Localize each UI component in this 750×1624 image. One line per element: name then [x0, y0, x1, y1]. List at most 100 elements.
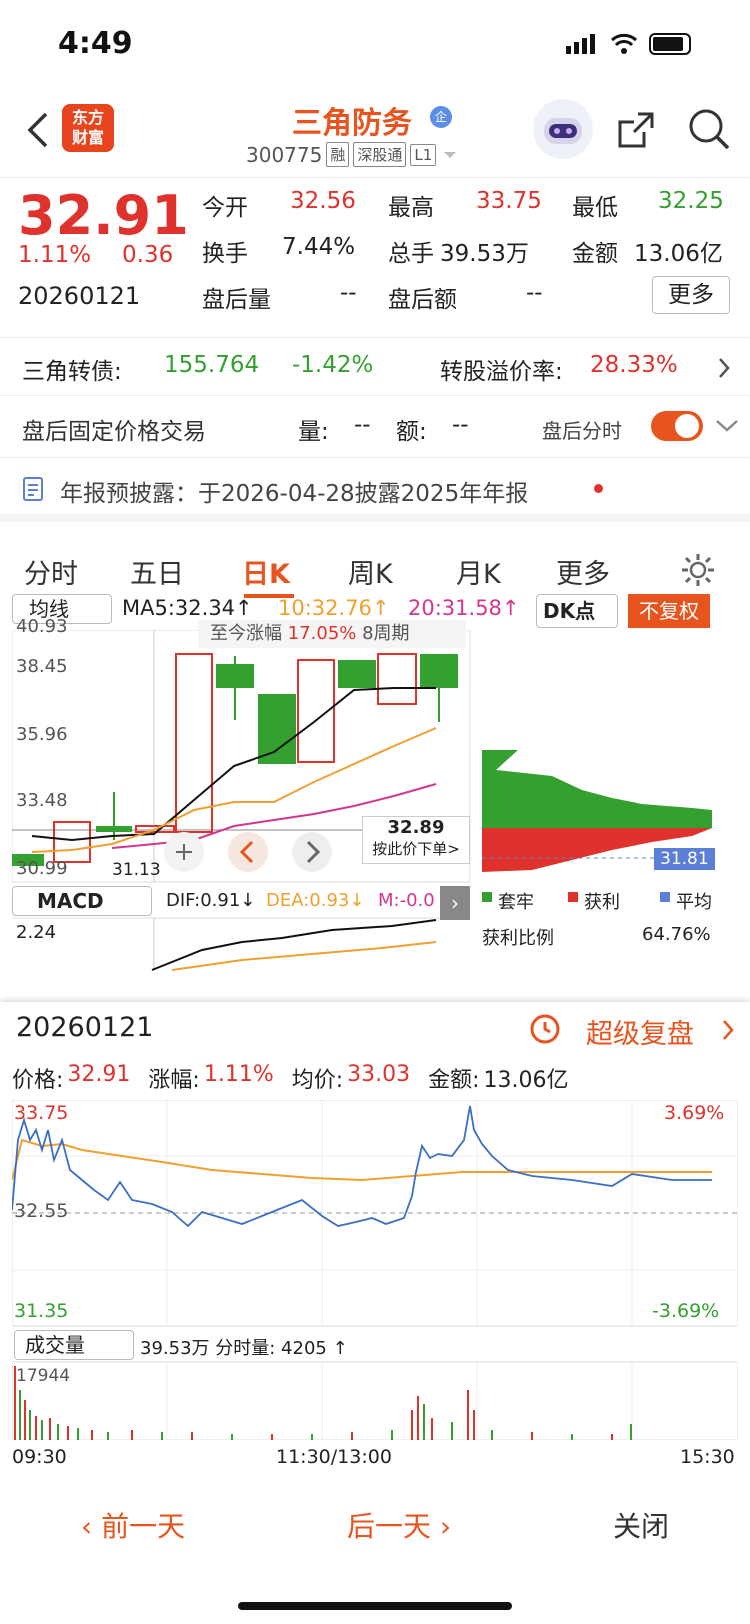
detail-date: 20260121	[16, 1012, 154, 1043]
stock-name: 三角防务	[292, 106, 412, 141]
tab-weekly-k[interactable]: 周K	[348, 552, 393, 591]
intraday-chart-svg	[12, 1100, 738, 1440]
y-tick-4: 33.48	[16, 790, 68, 811]
low-value: 32.25	[658, 188, 724, 214]
amount-label: 金额	[572, 241, 618, 267]
fixed-price-label: 盘后固定价格交易	[22, 419, 206, 445]
dropdown-icon[interactable]	[440, 149, 460, 161]
time-midday: 11:30/13:00	[276, 1446, 392, 1468]
low-label: 最低	[572, 195, 618, 221]
dk-point-select[interactable]: DK点	[536, 594, 618, 628]
y-tick-5: 30.99	[16, 858, 68, 879]
tab-more[interactable]: 更多	[556, 552, 610, 591]
tab-monthly-k[interactable]: 月K	[456, 552, 501, 591]
tag-margin: 融	[326, 142, 350, 167]
stock-header: 东方 财富 三角防务 企 300775 融 深股通 L1	[0, 90, 750, 178]
replay-clock-icon[interactable]	[528, 1012, 562, 1046]
range-value: 17.05%	[287, 623, 357, 644]
trapped-legend: 套牢	[498, 892, 534, 913]
kline-chart-area[interactable]: 均线 MA5:32.34↑ 10:32.76↑ 20:31.58↑ DK点 不复…	[12, 594, 738, 1004]
back-icon[interactable]	[26, 110, 50, 150]
app-logo: 东方 财富	[62, 104, 114, 152]
macd-y-tick: 2.24	[16, 922, 57, 943]
macd-select[interactable]: MACD	[12, 886, 152, 916]
settings-gear-icon[interactable]	[680, 552, 716, 588]
tab-five-day[interactable]: 五日	[130, 552, 184, 591]
volume-select[interactable]: 成交量	[14, 1330, 134, 1360]
profit-legend-swatch	[568, 892, 578, 902]
dif-label: DIF:0.91↓	[166, 890, 256, 911]
open-label: 今开	[202, 195, 248, 221]
stock-code: 300775	[246, 142, 323, 167]
after-hours-amount-value: --	[526, 280, 543, 306]
fixed-vol-label: 量:	[298, 419, 329, 445]
prev-day-button[interactable]: ‹ 前一天	[81, 1505, 185, 1545]
home-indicator	[238, 1602, 512, 1610]
detail-pct: 1.11%	[203, 1062, 274, 1087]
bond-price: 155.764	[164, 352, 260, 378]
close-button[interactable]: 关闭	[613, 1505, 669, 1545]
notice-row[interactable]: 年报预披露：于2026-04-28披露2025年年报	[0, 458, 750, 522]
next-day-label: 后一天	[346, 1510, 431, 1543]
amount-value: 13.06亿	[634, 241, 723, 267]
adjust-mode-button[interactable]: 不复权	[628, 594, 710, 628]
bottom-actions: ‹ 前一天 后一天 › 关闭	[0, 1480, 750, 1570]
notice-dot	[594, 484, 603, 493]
y-tick-2: 38.45	[16, 656, 68, 677]
more-button[interactable]: 更多	[652, 276, 730, 314]
tab-intraday[interactable]: 分时	[24, 552, 78, 591]
average-cost-label: 31.81	[654, 848, 715, 870]
status-time: 4:49	[58, 26, 133, 61]
intraday-y-bot: 31.35	[14, 1300, 69, 1322]
high-value: 33.75	[476, 188, 542, 214]
after-hours-volume-value: --	[340, 280, 357, 306]
document-icon	[23, 477, 43, 501]
volume-info: 39.53万 分时量: 4205 ↑	[140, 1338, 348, 1359]
dea-label: DEA:0.93↓	[266, 890, 365, 911]
detail-info-line: 价格: 32.91 涨幅: 1.11% 均价: 33.03 金额: 13.06亿	[12, 1062, 569, 1094]
range-label: 至今涨幅	[210, 623, 282, 644]
robot-avatar-icon[interactable]	[532, 98, 594, 160]
order-at-price-link: 按此价下单>	[372, 840, 460, 858]
fixed-vol-value: --	[354, 412, 371, 438]
after-hours-toggle[interactable]	[650, 410, 704, 442]
y-tick-3: 35.96	[16, 724, 68, 745]
super-replay-link[interactable]: 超级复盘	[586, 1012, 694, 1051]
volume-max-tick: 17944	[16, 1366, 71, 1386]
tag-connect: 深股通	[353, 142, 407, 167]
status-bar: 4:49	[0, 0, 750, 90]
after-hours-time-label: 盘后分时	[542, 419, 622, 443]
share-icon[interactable]	[614, 108, 658, 152]
intraday-pct-bot: -3.69%	[652, 1300, 720, 1322]
tab-daily-k[interactable]: 日K	[242, 552, 290, 591]
detail-amount: 13.06亿	[483, 1068, 569, 1093]
chevron-right-icon	[719, 358, 730, 378]
kline-svg	[12, 630, 712, 971]
time-end: 15:30	[680, 1446, 735, 1468]
trapped-legend-swatch	[482, 892, 492, 902]
change-percent: 1.11%	[18, 242, 92, 268]
search-icon[interactable]	[686, 106, 732, 152]
detail-price-label: 价格:	[12, 1068, 64, 1093]
volume-label: 总手	[388, 241, 434, 267]
expand-arrow-button[interactable]: ›	[440, 886, 470, 920]
quote-panel: 32.91 1.11% 0.36 20260121 今开 32.56 最高 33…	[0, 178, 750, 338]
detail-pct-label: 涨幅:	[148, 1068, 200, 1093]
detail-avg: 33.03	[347, 1062, 411, 1087]
ma20-label: 20:31.58↑	[408, 596, 520, 620]
next-day-button[interactable]: 后一天 ›	[347, 1505, 451, 1545]
period-tabs: 分时 五日 日K 周K 月K 更多	[0, 530, 750, 600]
stock-code-line: 300775 融 深股通 L1	[246, 142, 460, 167]
chevron-down-icon[interactable]	[714, 418, 740, 434]
ma10-label: 10:32.76↑	[278, 596, 390, 620]
after-hours-volume-label: 盘后量	[202, 287, 271, 313]
quote-date: 20260121	[18, 282, 141, 310]
range-tooltip[interactable]: 至今涨幅 17.05% 8周期	[198, 620, 466, 648]
crosshair-price-box[interactable]: 32.89 按此价下单>	[362, 816, 470, 864]
convertible-bond-row[interactable]: 三角转债: 155.764 -1.42% 转股溢价率: 28.33%	[0, 338, 750, 396]
detail-amount-label: 金额:	[428, 1068, 480, 1093]
detail-avg-label: 均价:	[291, 1068, 344, 1093]
y-tick-1: 40.93	[16, 616, 68, 637]
last-price: 32.91	[18, 184, 189, 247]
range-periods: 8周期	[362, 623, 410, 644]
